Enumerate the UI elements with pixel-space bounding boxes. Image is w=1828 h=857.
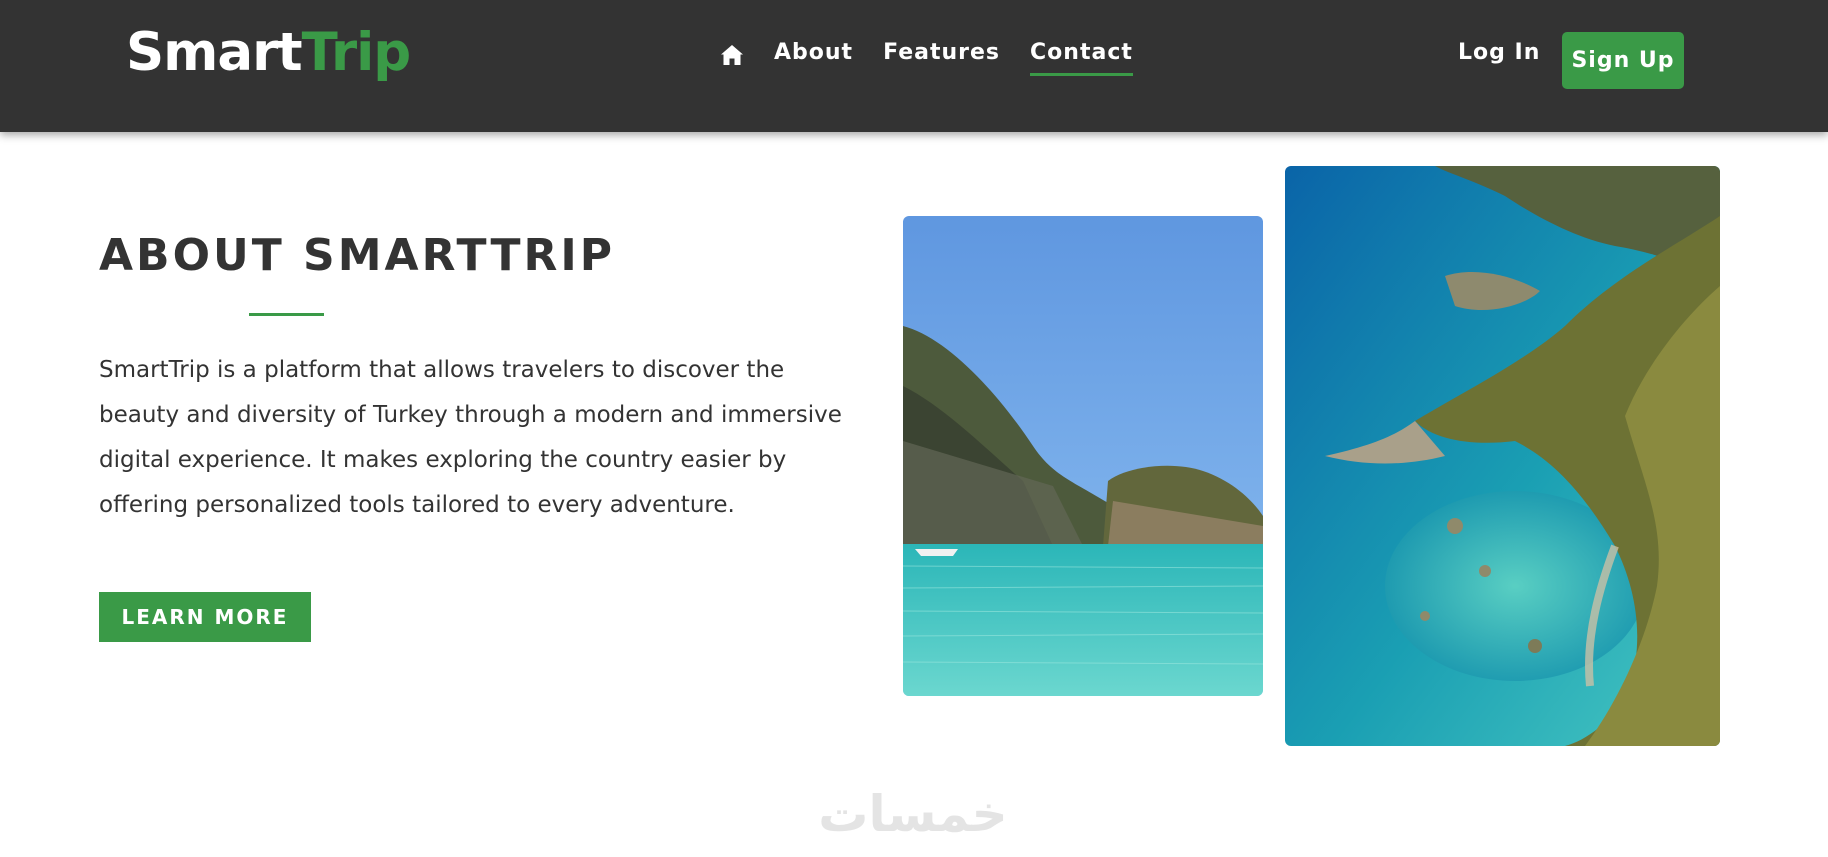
bay-photo (903, 216, 1263, 696)
logo-part-trip: Trip (301, 22, 412, 83)
top-navbar: SmartTrip About Features Contact Log In … (0, 0, 1828, 132)
title-underline (249, 313, 324, 316)
watermark-text: خمسات (818, 785, 1008, 843)
nav-link-features[interactable]: Features (883, 38, 1000, 76)
nav-link-about[interactable]: About (774, 38, 853, 76)
logo-part-smart: Smart (126, 22, 303, 83)
login-link[interactable]: Log In (1458, 38, 1540, 68)
signup-button[interactable]: Sign Up (1562, 32, 1684, 89)
watermark-logo: خمسات (802, 784, 1024, 844)
brand-logo[interactable]: SmartTrip (126, 18, 412, 88)
about-description: SmartTrip is a platform that allows trav… (99, 357, 842, 518)
coastline-photo (1285, 166, 1720, 746)
main-nav: About Features Contact (720, 38, 1163, 78)
learn-more-button[interactable]: LEARN MORE (99, 592, 311, 642)
nav-link-contact[interactable]: Contact (1030, 38, 1133, 76)
about-title: ABOUT SMARTTRIP (99, 230, 616, 281)
home-icon[interactable] (720, 44, 744, 66)
